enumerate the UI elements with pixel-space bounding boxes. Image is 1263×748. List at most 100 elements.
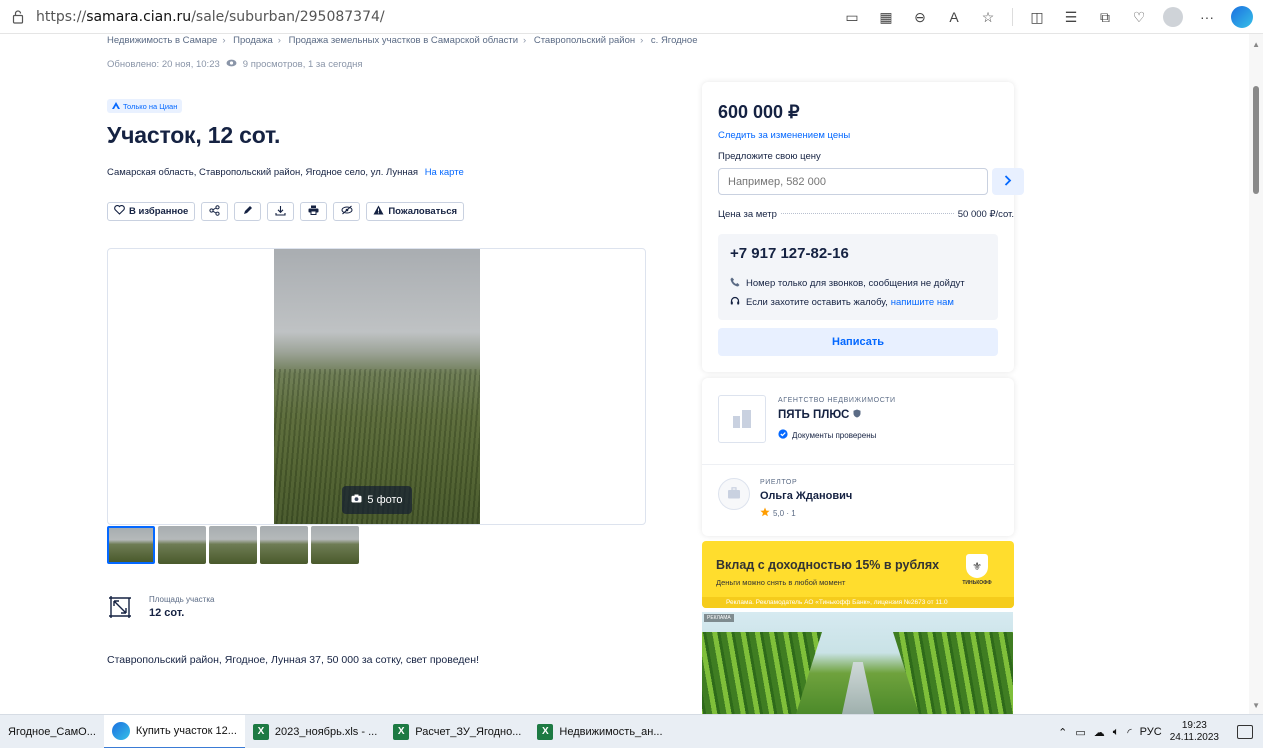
- read-aloud-icon[interactable]: A: [944, 7, 964, 27]
- browser-essentials-icon[interactable]: ♡: [1129, 7, 1149, 27]
- scrollbar-thumb[interactable]: [1253, 86, 1259, 194]
- clock[interactable]: 19:23 24.11.2023: [1170, 720, 1219, 744]
- realtor-rating[interactable]: 5,0 · 1: [760, 507, 796, 519]
- thumbnail[interactable]: [311, 526, 359, 564]
- thumbnail[interactable]: [158, 526, 206, 564]
- cloud-icon[interactable]: ☁: [1094, 726, 1105, 739]
- thumbnail[interactable]: [209, 526, 257, 564]
- bank-shield-icon: ⚜: [966, 554, 988, 578]
- ad-tag: РЕКЛАМА: [704, 614, 734, 622]
- taskbar-item-label: Купить участок 12...: [135, 724, 237, 737]
- taskbar-item[interactable]: Ягодное_СамО...: [0, 715, 104, 748]
- chevron-up-icon[interactable]: ⌃: [1058, 726, 1067, 739]
- chevron-right-icon: [1004, 174, 1012, 189]
- photo-count-button[interactable]: 5 фото: [342, 486, 412, 514]
- scroll-down-icon[interactable]: ▼: [1252, 701, 1260, 710]
- qr-code-icon[interactable]: ▦: [876, 7, 896, 27]
- taskbar-item[interactable]: X Недвижимость_ан...: [529, 715, 670, 748]
- shield-icon: [853, 409, 861, 421]
- printer-icon: [308, 205, 319, 218]
- download-icon: [275, 205, 286, 219]
- cian-logo-icon: [112, 101, 120, 111]
- map-link[interactable]: На карте: [425, 167, 464, 178]
- hide-button[interactable]: [333, 202, 361, 221]
- write-us-link[interactable]: напишите нам: [891, 297, 954, 308]
- plot-area-icon: [107, 594, 133, 620]
- url-field[interactable]: https://samara.cian.ru/sale/suburban/295…: [36, 9, 385, 25]
- agency-name[interactable]: ПЯТЬ ПЛЮС: [778, 409, 861, 421]
- breadcrumb-item[interactable]: Продажа: [233, 35, 273, 46]
- suggest-price-input[interactable]: [718, 168, 988, 195]
- area-label: Площадь участка: [149, 595, 215, 604]
- page-scrollbar[interactable]: ▲ ▼: [1249, 34, 1263, 714]
- breadcrumb-separator-icon: ›: [640, 35, 644, 46]
- taskbar-item-label: Расчет_ЗУ_Ягодно...: [415, 725, 522, 738]
- breadcrumb-separator-icon: ›: [523, 35, 527, 46]
- ad-legal-text: Реклама. Рекламодатель АО «Тинькофф Банк…: [702, 597, 1014, 608]
- headset-icon: [730, 296, 740, 309]
- favorites-list-icon[interactable]: ☰: [1061, 7, 1081, 27]
- split-screen-icon[interactable]: ◫: [1027, 7, 1047, 27]
- photo-gallery[interactable]: 5 фото: [107, 248, 646, 525]
- greenhouse-ad-banner[interactable]: РЕКЛАМА: [702, 612, 1013, 714]
- breadcrumb-item[interactable]: Продажа земельных участков в Самарской о…: [289, 35, 518, 46]
- thumbnail[interactable]: [107, 526, 155, 564]
- download-button[interactable]: [267, 202, 295, 221]
- more-menu-icon[interactable]: ···: [1197, 7, 1217, 27]
- copilot-icon[interactable]: [1231, 6, 1253, 28]
- price-per-meter-label: Цена за метр: [718, 209, 777, 220]
- phone-icon: [730, 277, 740, 290]
- avatar[interactable]: [718, 478, 750, 510]
- bank-ad-banner[interactable]: Вклад с доходностью 15% в рублях Деньги …: [702, 541, 1014, 608]
- warning-icon: [373, 205, 384, 218]
- write-message-button[interactable]: Написать: [718, 328, 998, 356]
- price: 600 000 ₽: [718, 102, 800, 122]
- excel-icon: X: [252, 723, 269, 740]
- phone-number[interactable]: +7 917 127-82-16: [730, 245, 849, 262]
- follow-price-link[interactable]: Следить за изменением цены: [718, 130, 850, 141]
- eye-icon: [226, 59, 237, 70]
- briefcase-icon: [727, 486, 741, 502]
- agency-logo[interactable]: [718, 395, 766, 443]
- rating-text: 5,0 · 1: [773, 508, 796, 518]
- action-toolbar: В избранное Пожаловаться: [107, 202, 465, 221]
- pencil-icon: [243, 205, 253, 218]
- zoom-icon[interactable]: ⊖: [910, 7, 930, 27]
- share-button[interactable]: [201, 202, 229, 221]
- print-button[interactable]: [300, 202, 328, 221]
- taskbar-item[interactable]: X Расчет_ЗУ_Ягодно...: [385, 715, 529, 748]
- note-button[interactable]: [234, 202, 262, 221]
- breadcrumb-item[interactable]: Ставропольский район: [534, 35, 635, 46]
- breadcrumb-item[interactable]: с. Ягодное: [651, 35, 698, 46]
- views-text: 9 просмотров, 1 за сегодня: [242, 59, 363, 70]
- system-tray: ⌃ ▭ ☁ 🔈︎ ◜ РУС 19:23 24.11.2023: [1058, 715, 1253, 748]
- app-available-icon[interactable]: ▭: [842, 7, 862, 27]
- favorite-button[interactable]: В избранное: [107, 202, 196, 221]
- favorite-star-icon[interactable]: ☆: [978, 7, 998, 27]
- verified-text: Документы проверены: [792, 430, 877, 440]
- breadcrumb-separator-icon: ›: [222, 35, 226, 46]
- complain-button[interactable]: Пожаловаться: [366, 202, 465, 221]
- submit-offer-button[interactable]: [992, 168, 1024, 195]
- collections-icon[interactable]: ⧉: [1095, 7, 1115, 27]
- realtor-name[interactable]: Ольга Жданович: [760, 490, 852, 502]
- ad-image-plants-left: [702, 632, 822, 714]
- complaint-note: Если захотите оставить жалобу, напишите …: [730, 296, 954, 309]
- battery-icon[interactable]: ▭: [1075, 726, 1085, 739]
- breadcrumb-item[interactable]: Недвижимость в Самаре: [107, 35, 217, 46]
- profile-avatar-icon[interactable]: [1163, 7, 1183, 27]
- ad-title: Вклад с доходностью 15% в рублях: [716, 558, 940, 572]
- photo-count-label: 5 фото: [367, 494, 403, 506]
- notifications-icon[interactable]: [1237, 725, 1253, 739]
- main-photo[interactable]: 5 фото: [274, 249, 480, 524]
- listing-address: Самарская область, Ставропольский район,…: [107, 167, 464, 178]
- taskbar-item[interactable]: X 2023_ноябрь.xls - ...: [245, 715, 385, 748]
- taskbar-item[interactable]: Купить участок 12...: [103, 714, 245, 748]
- page-info-icon[interactable]: [10, 9, 26, 25]
- wifi-icon[interactable]: ◜: [1127, 726, 1131, 739]
- volume-icon[interactable]: 🔈︎: [1113, 726, 1120, 739]
- scroll-up-icon[interactable]: ▲: [1252, 40, 1260, 49]
- thumbnail[interactable]: [260, 526, 308, 564]
- input-language[interactable]: РУС: [1140, 726, 1162, 738]
- toolbar-divider: [1012, 8, 1013, 26]
